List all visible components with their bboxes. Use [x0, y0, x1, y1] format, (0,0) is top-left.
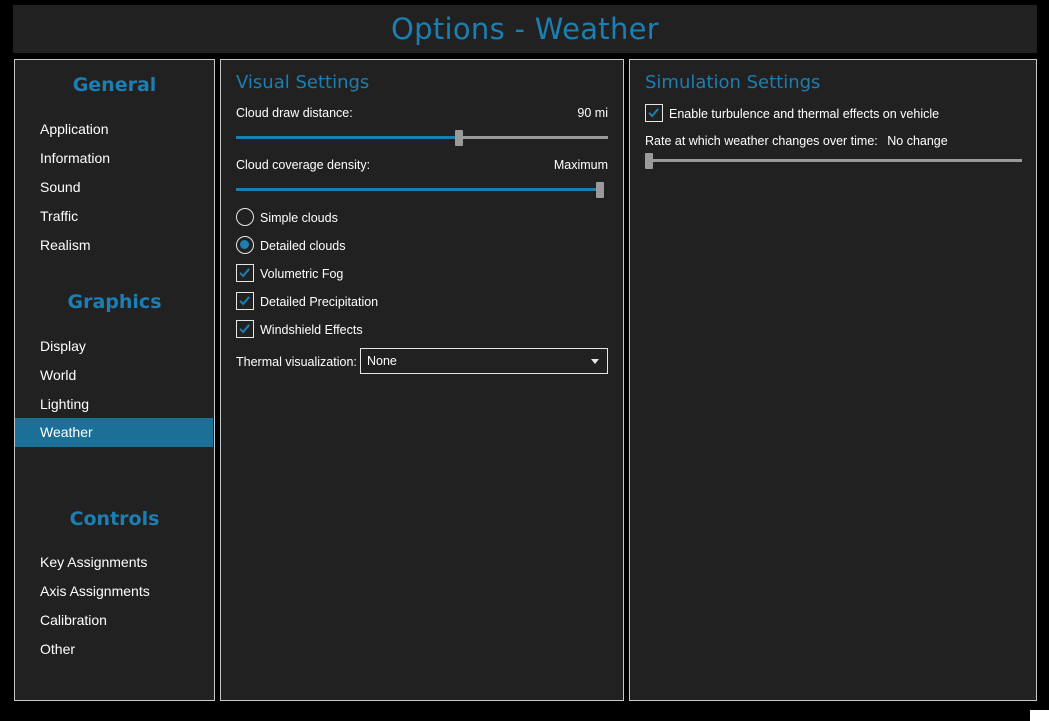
nav-heading-graphics: Graphics: [67, 291, 162, 313]
slider-track: [645, 159, 1022, 162]
simple-clouds-label: Simple clouds: [260, 211, 338, 225]
title-bar: Options - Weather: [13, 5, 1037, 53]
checkmark-icon: [239, 296, 250, 306]
nav-item-calibration[interactable]: Calibration: [15, 606, 213, 635]
cloud-density-slider[interactable]: [236, 182, 604, 198]
simulation-settings-title: Simulation Settings: [645, 72, 821, 93]
simple-clouds-radio[interactable]: [236, 208, 254, 226]
options-window: Options - Weather General Application In…: [0, 0, 1049, 721]
resize-corner: [1030, 710, 1049, 721]
volumetric-fog-checkbox[interactable]: [236, 264, 254, 282]
weather-rate-label: Rate at which weather changes over time:…: [645, 134, 948, 148]
checkmark-icon: [239, 268, 250, 278]
slider-thumb[interactable]: [455, 130, 463, 146]
thermal-visualization-label: Thermal visualization:: [236, 355, 357, 369]
checkmark-icon: [648, 108, 659, 118]
volumetric-fog-label: Volumetric Fog: [260, 267, 344, 281]
weather-rate-text: Rate at which weather changes over time:: [645, 134, 878, 148]
detailed-precipitation-label: Detailed Precipitation: [260, 295, 379, 309]
nav-item-other[interactable]: Other: [15, 635, 213, 664]
cloud-density-label: Cloud coverage density:: [236, 158, 371, 172]
turbulence-label: Enable turbulence and thermal effects on…: [669, 107, 940, 121]
windshield-effects-checkbox[interactable]: [236, 320, 254, 338]
simulation-settings-panel: Simulation Settings Enable turbulence an…: [629, 59, 1037, 701]
cloud-density-value: Maximum: [553, 158, 608, 172]
nav-item-world[interactable]: World: [15, 361, 213, 390]
nav-item-axis-assignments[interactable]: Axis Assignments: [15, 577, 213, 606]
nav-item-lighting[interactable]: Lighting: [15, 390, 213, 419]
nav-item-weather[interactable]: Weather: [15, 418, 213, 447]
detailed-precipitation-checkbox[interactable]: [236, 292, 254, 310]
cloud-distance-label: Cloud draw distance:: [236, 106, 353, 120]
weather-rate-slider[interactable]: [645, 153, 1022, 169]
visual-settings-panel: Visual Settings Cloud draw distance: 90 …: [220, 59, 624, 701]
nav-item-sound[interactable]: Sound: [15, 173, 213, 202]
slider-thumb[interactable]: [645, 153, 653, 169]
nav-item-traffic[interactable]: Traffic: [15, 202, 213, 231]
slider-fill: [236, 136, 459, 139]
turbulence-checkbox[interactable]: [645, 104, 663, 122]
detailed-clouds-label: Detailed clouds: [260, 239, 346, 253]
nav-heading-controls: Controls: [69, 508, 160, 530]
slider-fill: [236, 188, 604, 191]
nav-panel: General Application Information Sound Tr…: [14, 59, 215, 701]
thermal-visualization-select[interactable]: None: [360, 348, 608, 374]
windshield-effects-label: Windshield Effects: [260, 323, 363, 337]
nav-item-realism[interactable]: Realism: [15, 231, 213, 260]
page-title: Options - Weather: [391, 12, 659, 46]
checkmark-icon: [239, 324, 250, 334]
nav-item-display[interactable]: Display: [15, 332, 213, 361]
detailed-clouds-radio[interactable]: [236, 236, 254, 254]
weather-rate-value: No change: [887, 134, 948, 148]
chevron-down-icon: [591, 359, 599, 364]
nav-heading-general: General: [72, 74, 157, 96]
cloud-distance-value: 90 mi: [577, 106, 608, 120]
thermal-visualization-value: None: [367, 354, 397, 368]
visual-settings-title: Visual Settings: [236, 72, 370, 93]
cloud-distance-slider[interactable]: [236, 130, 608, 146]
nav-item-information[interactable]: Information: [15, 144, 213, 173]
nav-item-application[interactable]: Application: [15, 115, 213, 144]
slider-thumb[interactable]: [596, 182, 604, 198]
nav-item-key-assignments[interactable]: Key Assignments: [15, 548, 213, 577]
